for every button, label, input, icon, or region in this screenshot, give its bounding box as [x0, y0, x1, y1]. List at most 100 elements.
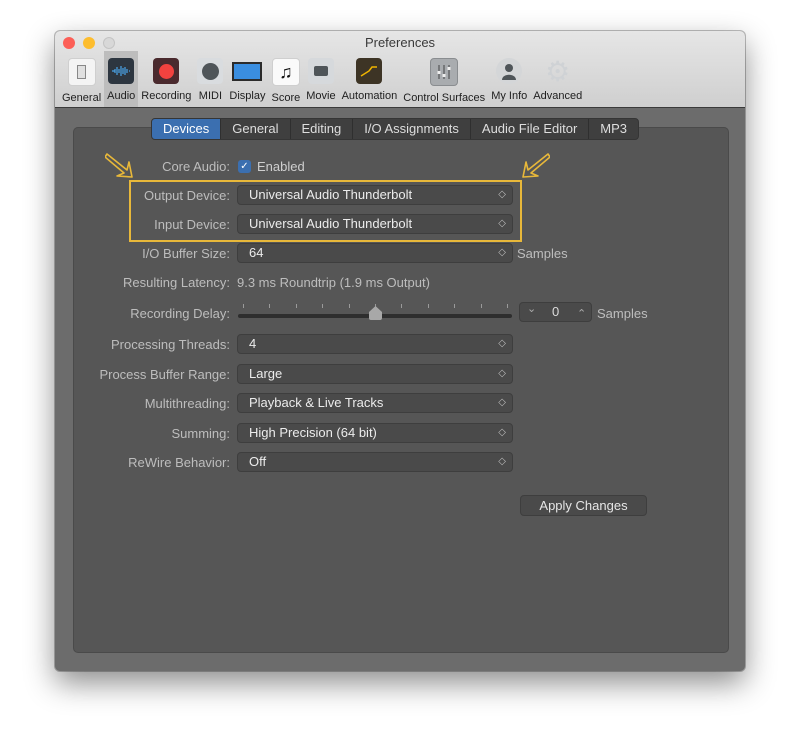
popup-chevron-icon: ◇ [498, 218, 506, 229]
process-buffer-range-popup[interactable]: Large ◇ [237, 364, 513, 384]
processing-threads-value: 4 [249, 336, 257, 351]
recording-delay-stepper[interactable]: ⌄ 0 ⌃ [519, 302, 592, 322]
toolbar-item-control-surfaces[interactable]: Control Surfaces [400, 51, 488, 107]
toolbar-item-automation[interactable]: Automation [339, 51, 401, 107]
popup-chevron-icon: ◇ [498, 427, 506, 438]
tab-general[interactable]: General [221, 119, 291, 139]
summing-label: Summing: [171, 426, 230, 441]
resulting-latency-label: Resulting Latency: [123, 275, 230, 290]
processing-threads-popup[interactable]: 4 ◇ [237, 334, 513, 354]
slider-tick [348, 304, 350, 308]
music-note-icon: ♫ [271, 58, 300, 86]
toolbar-item-audio[interactable]: Audio [104, 51, 139, 107]
slider-tick [295, 304, 297, 308]
slider-tick [243, 304, 244, 308]
rewire-behavior-label: ReWire Behavior: [128, 455, 230, 470]
midi-connector-icon [197, 58, 224, 84]
toolbar-item-label: My Info [491, 90, 528, 102]
toolbar-item-label: Control Surfaces [403, 92, 486, 104]
popup-chevron-icon: ◇ [498, 247, 506, 258]
multithreading-value: Playback & Live Tracks [249, 395, 384, 410]
summing-popup[interactable]: High Precision (64 bit) ◇ [237, 423, 513, 443]
popup-chevron-icon: ◇ [498, 456, 506, 467]
popup-chevron-icon: ◇ [498, 397, 506, 408]
video-camera-icon [307, 58, 334, 84]
input-device-value: Universal Audio Thunderbolt [249, 216, 413, 231]
recording-delay-value[interactable]: 0 [552, 304, 559, 319]
tab-audio-file-editor[interactable]: Audio File Editor [471, 119, 590, 139]
monitor-icon [231, 58, 263, 84]
processing-threads-label: Processing Threads: [111, 337, 230, 352]
slider-tick [480, 304, 482, 308]
toolbar-item-label: Movie [306, 90, 336, 102]
stepper-down-icon[interactable]: ⌄ [527, 302, 536, 315]
input-device-label: Input Device: [154, 217, 230, 232]
toolbar-item-recording[interactable]: Recording [138, 51, 194, 107]
tab-devices[interactable]: Devices [152, 119, 222, 139]
toolbar-item-midi[interactable]: MIDI [194, 51, 226, 107]
output-device-value: Universal Audio Thunderbolt [249, 187, 413, 202]
slider-tick [427, 304, 429, 308]
preferences-toolbar: General Audio Recording MIDI Display ♫ S… [59, 51, 585, 107]
core-audio-checkbox[interactable]: ✓ [238, 160, 251, 173]
toolbar-item-label: MIDI [198, 90, 223, 102]
multithreading-label: Multithreading: [144, 396, 230, 411]
process-buffer-range-label: Process Buffer Range: [99, 367, 230, 382]
toolbar-item-display[interactable]: Display [226, 51, 268, 107]
slider-tick [322, 304, 324, 308]
io-buffer-size-value: 64 [249, 245, 264, 260]
tab-io-assignments[interactable]: I/O Assignments [353, 119, 471, 139]
input-device-popup[interactable]: Universal Audio Thunderbolt ◇ [237, 214, 513, 234]
toolbar-item-advanced[interactable]: ⚙ Advanced [530, 51, 585, 107]
apply-changes-button[interactable]: Apply Changes [520, 495, 647, 516]
slider-thumb[interactable] [368, 306, 382, 320]
toolbar-item-label: Automation [341, 90, 398, 102]
output-device-popup[interactable]: Universal Audio Thunderbolt ◇ [237, 185, 513, 205]
toolbar-item-movie[interactable]: Movie [303, 51, 338, 107]
automation-curve-icon [356, 58, 383, 84]
stepper-up-icon[interactable]: ⌃ [577, 307, 586, 320]
window-title: Preferences [364, 35, 436, 50]
audio-tab-bar: Devices General Editing I/O Assignments … [151, 118, 640, 140]
slider-tick [269, 304, 271, 308]
toolbar-item-label: Advanced [533, 90, 583, 102]
popup-chevron-icon: ◇ [498, 368, 506, 379]
output-device-label: Output Device: [144, 188, 230, 203]
multithreading-popup[interactable]: Playback & Live Tracks ◇ [237, 393, 513, 413]
io-buffer-size-popup[interactable]: 64 ◇ [237, 243, 513, 263]
io-buffer-size-unit: Samples [517, 246, 568, 261]
slider-tick [454, 304, 456, 308]
toolbar-item-label: Score [271, 92, 301, 104]
faders-icon [430, 58, 459, 86]
record-icon [153, 58, 180, 84]
user-silhouette-icon [496, 58, 523, 84]
recording-delay-unit: Samples [597, 306, 648, 321]
summing-value: High Precision (64 bit) [249, 425, 377, 440]
toolbar-item-score[interactable]: ♫ Score [269, 51, 304, 107]
waveform-icon [108, 58, 135, 84]
popup-chevron-icon: ◇ [498, 189, 506, 200]
toolbar-item-general[interactable]: General [59, 51, 104, 107]
core-audio-enabled-label: Enabled [257, 159, 305, 174]
toolbar-item-label: General [62, 92, 102, 104]
process-buffer-range-value: Large [249, 366, 283, 381]
core-audio-label: Core Audio: [162, 159, 230, 174]
gear-icon: ⚙ [545, 55, 571, 87]
slider-tick [507, 304, 508, 308]
rewire-behavior-value: Off [249, 454, 267, 469]
annotation-arrow-right-icon [522, 153, 550, 178]
switch-icon [67, 58, 96, 86]
slider-tick [401, 304, 403, 308]
recording-delay-label: Recording Delay: [130, 306, 230, 321]
toolbar-item-label: Display [229, 90, 266, 102]
io-buffer-size-label: I/O Buffer Size: [142, 246, 230, 261]
resulting-latency-value: 9.3 ms Roundtrip (1.9 ms Output) [237, 275, 430, 290]
tab-mp3[interactable]: MP3 [589, 119, 638, 139]
toolbar-item-label: Audio [107, 90, 136, 102]
title-bar: Preferences General Audio Recording MIDI… [55, 31, 745, 108]
tab-editing[interactable]: Editing [291, 119, 354, 139]
toolbar-item-label: Recording [141, 90, 192, 102]
popup-chevron-icon: ◇ [498, 338, 506, 349]
rewire-behavior-popup[interactable]: Off ◇ [237, 452, 513, 472]
toolbar-item-my-info[interactable]: My Info [488, 51, 530, 107]
